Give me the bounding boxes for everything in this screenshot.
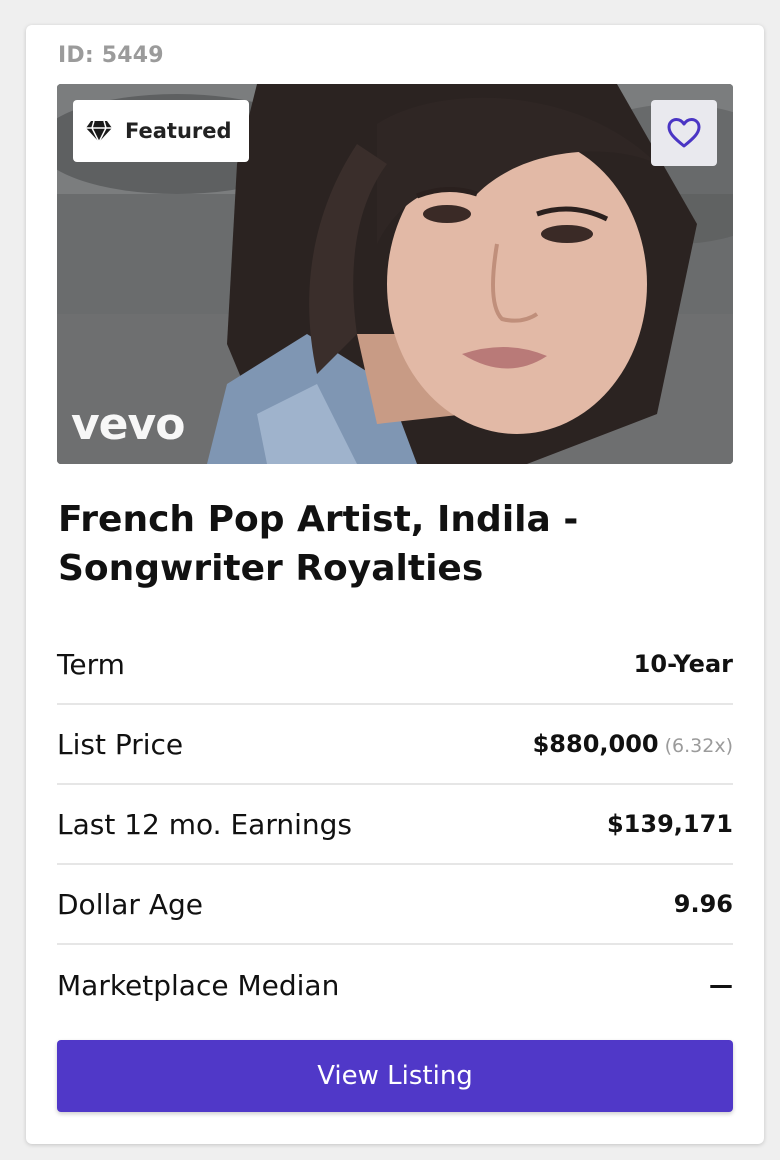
- price-multiple: (6.32x): [664, 735, 733, 757]
- diamond-icon: [86, 120, 112, 143]
- stat-label: Dollar Age: [57, 887, 203, 921]
- heart-outline-icon: [667, 118, 701, 148]
- listing-id: ID: 5449: [58, 43, 164, 68]
- stat-label: List Price: [57, 727, 184, 761]
- stat-row-marketplace-median: Marketplace Median —: [57, 945, 733, 1025]
- stat-value: 9.96: [673, 890, 733, 918]
- stat-label: Term: [57, 647, 125, 681]
- view-listing-button[interactable]: View Listing: [57, 1040, 733, 1112]
- stat-row-term: Term 10-Year: [57, 625, 733, 705]
- listing-thumbnail[interactable]: Featured vevo: [57, 84, 733, 464]
- vevo-watermark: vevo: [71, 399, 185, 450]
- stat-value: 10-Year: [633, 650, 733, 678]
- stats-table: Term 10-Year List Price $880,000 (6.32x) …: [57, 625, 733, 1025]
- stat-label: Last 12 mo. Earnings: [57, 807, 352, 841]
- stat-value-group: $880,000 (6.32x): [533, 730, 733, 758]
- stat-value: $139,171: [606, 810, 733, 838]
- featured-badge: Featured: [73, 100, 249, 162]
- listing-title: French Pop Artist, Indila - Songwriter R…: [58, 499, 579, 589]
- stat-value: —: [709, 971, 733, 999]
- stat-row-earnings: Last 12 mo. Earnings $139,171: [57, 785, 733, 865]
- favorite-button[interactable]: [651, 100, 717, 166]
- stat-value: $880,000: [532, 730, 659, 758]
- featured-label: Featured: [125, 119, 232, 143]
- stat-row-dollar-age: Dollar Age 9.96: [57, 865, 733, 945]
- listing-card: ID: 5449 Featured vevo French Pop Artist…: [26, 25, 764, 1144]
- stat-label: Marketplace Median: [57, 968, 340, 1002]
- stat-row-list-price: List Price $880,000 (6.32x): [57, 705, 733, 785]
